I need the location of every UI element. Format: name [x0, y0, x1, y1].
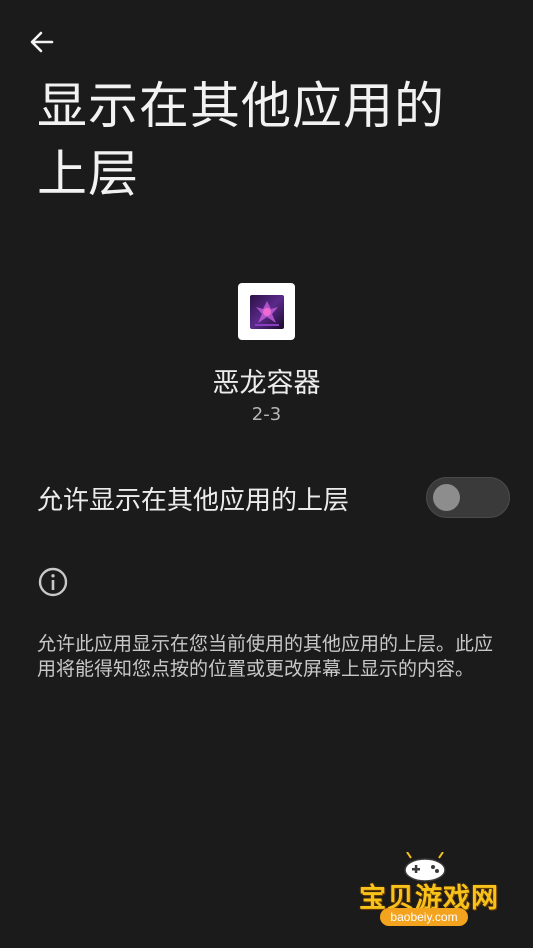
permission-label: 允许显示在其他应用的上层: [37, 486, 350, 516]
page-title: 显示在其他应用的上层: [37, 77, 445, 203]
permission-switch[interactable]: [426, 477, 510, 518]
info-description: 允许此应用显示在您当前使用的其他应用的上层。此应用将能得知您点按的位置或更改屏幕…: [37, 633, 494, 680]
app-version: 2-3: [251, 404, 282, 425]
app-name: 恶龙容器: [212, 368, 321, 399]
info-icon: [38, 567, 68, 597]
permission-toggle-row[interactable]: 允许显示在其他应用的上层: [0, 470, 533, 526]
dragon-app-icon: [249, 294, 284, 329]
back-button[interactable]: [22, 22, 62, 62]
watermark-logo: 宝贝游戏网 baobeiy.com: [355, 852, 505, 932]
switch-thumb: [433, 484, 460, 511]
watermark-url: baobeiy.com: [380, 908, 468, 926]
arrow-left-icon: [30, 31, 54, 53]
app-icon: [238, 283, 295, 340]
